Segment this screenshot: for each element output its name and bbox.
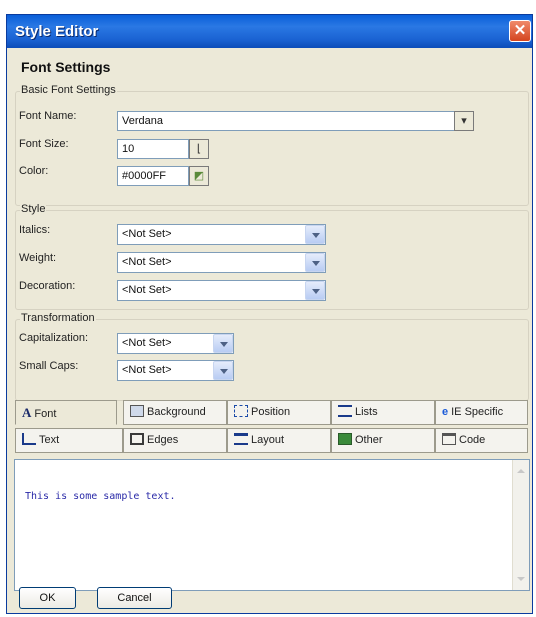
tab-lists[interactable]: Lists (331, 400, 435, 425)
italics-value: <Not Set> (122, 228, 172, 240)
section-title: Font Settings (21, 59, 111, 75)
font-name-label: Font Name: (19, 110, 77, 122)
tab-ie-specific-label: IE Specific (451, 406, 504, 418)
decoration-select[interactable]: <Not Set> (117, 280, 326, 301)
tab-edges-label: Edges (147, 434, 179, 446)
font-icon: A (22, 405, 32, 420)
basic-font-settings-legend: Basic Font Settings (20, 84, 117, 96)
dropdown-arrow-icon: ▾ (461, 115, 467, 127)
capitalization-value: <Not Set> (122, 337, 172, 349)
size-picker-icon: ⌊ (196, 143, 202, 155)
ie-icon: e (442, 406, 449, 418)
italics-label: Italics: (19, 224, 51, 236)
preview-pane: This is some sample text. (14, 459, 530, 591)
font-size-field[interactable]: 10 (117, 139, 189, 159)
position-icon (234, 405, 248, 417)
background-icon (130, 405, 144, 417)
layout-icon (234, 433, 248, 445)
preview-scrollbar[interactable] (512, 460, 529, 590)
tab-font-label: Font (34, 408, 57, 420)
close-icon: ✕ (513, 22, 527, 39)
tab-position[interactable]: Position (227, 400, 331, 425)
cancel-button[interactable]: Cancel (97, 587, 172, 609)
italics-select[interactable]: <Not Set> (117, 224, 326, 245)
small-caps-dropdown-icon[interactable] (213, 361, 233, 380)
weight-label: Weight: (19, 252, 57, 264)
ok-button[interactable]: OK (19, 587, 76, 609)
color-picker-icon: ◩ (193, 170, 205, 182)
weight-value: <Not Set> (122, 256, 172, 268)
tab-code-label: Code (459, 434, 486, 446)
tab-font[interactable]: A Font (15, 400, 117, 425)
style-editor-window: Style Editor ✕ Font Settings Basic Font … (6, 14, 533, 614)
close-button[interactable]: ✕ (509, 20, 531, 42)
weight-select[interactable]: <Not Set> (117, 252, 326, 273)
style-legend: Style (20, 203, 47, 215)
color-field[interactable]: #0000FF (117, 166, 189, 186)
other-icon (338, 433, 352, 445)
tab-text[interactable]: Text (15, 428, 123, 453)
edges-icon (130, 433, 144, 445)
color-picker-button[interactable]: ◩ (189, 166, 209, 186)
basic-font-settings-group (15, 91, 529, 206)
small-caps-label: Small Caps: (19, 360, 79, 372)
tab-lists-label: Lists (355, 406, 378, 418)
tab-layout-label: Layout (251, 434, 285, 446)
transformation-legend: Transformation (20, 312, 96, 324)
italics-dropdown-icon[interactable] (305, 225, 325, 244)
tab-ie-specific[interactable]: e IE Specific (435, 400, 528, 425)
text-icon (22, 433, 36, 445)
font-size-picker-button[interactable]: ⌊ (189, 139, 209, 159)
tab-position-label: Position (251, 406, 291, 418)
decoration-label: Decoration: (19, 280, 76, 292)
capitalization-label: Capitalization: (19, 332, 89, 344)
small-caps-value: <Not Set> (122, 364, 172, 376)
tab-code[interactable]: Code (435, 428, 528, 453)
tab-other[interactable]: Other (331, 428, 435, 453)
color-label: Color: (19, 165, 49, 177)
decoration-value: <Not Set> (122, 284, 172, 296)
weight-dropdown-icon[interactable] (305, 253, 325, 272)
code-icon (442, 433, 456, 445)
tab-other-label: Other (355, 434, 383, 446)
transformation-group (15, 319, 529, 401)
tab-background-label: Background (147, 406, 206, 418)
lists-icon (338, 405, 352, 417)
tab-layout[interactable]: Layout (227, 428, 331, 453)
sample-text: This is some sample text. (25, 491, 176, 502)
capitalization-dropdown-icon[interactable] (213, 334, 233, 353)
tab-text-label: Text (39, 434, 60, 446)
font-name-dropdown-button[interactable]: ▾ (454, 111, 474, 131)
scroll-up-icon[interactable] (514, 464, 528, 478)
title-bar[interactable]: Style Editor ✕ (7, 15, 532, 48)
scroll-down-icon[interactable] (514, 572, 528, 586)
window-title: Style Editor (15, 23, 99, 40)
tab-edges[interactable]: Edges (123, 428, 227, 453)
font-name-field[interactable]: Verdana (117, 111, 474, 131)
font-size-label: Font Size: (19, 138, 69, 150)
tab-background[interactable]: Background (123, 400, 227, 425)
decoration-dropdown-icon[interactable] (305, 281, 325, 300)
